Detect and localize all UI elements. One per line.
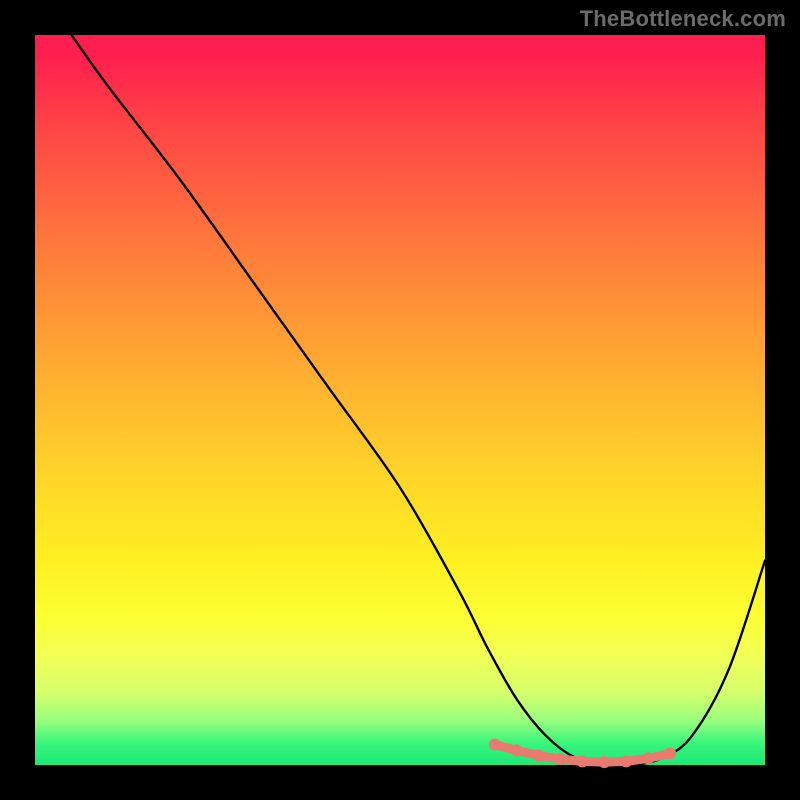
- highlight-dot: [511, 744, 523, 756]
- bottleneck-curve: [72, 35, 766, 766]
- chart-frame: TheBottleneck.com: [0, 0, 800, 800]
- highlight-dot: [620, 755, 632, 767]
- curve-layer: [35, 35, 765, 765]
- highlight-dot: [533, 750, 545, 762]
- highlight-dot: [642, 752, 654, 764]
- highlight-dot: [577, 755, 589, 767]
- highlight-dot: [598, 756, 610, 768]
- highlight-dot: [555, 753, 567, 765]
- highlight-markers: [489, 739, 676, 769]
- highlight-dot: [489, 739, 501, 751]
- attribution-text: TheBottleneck.com: [580, 6, 786, 32]
- highlight-dot: [664, 747, 676, 759]
- plot-area: [35, 35, 765, 765]
